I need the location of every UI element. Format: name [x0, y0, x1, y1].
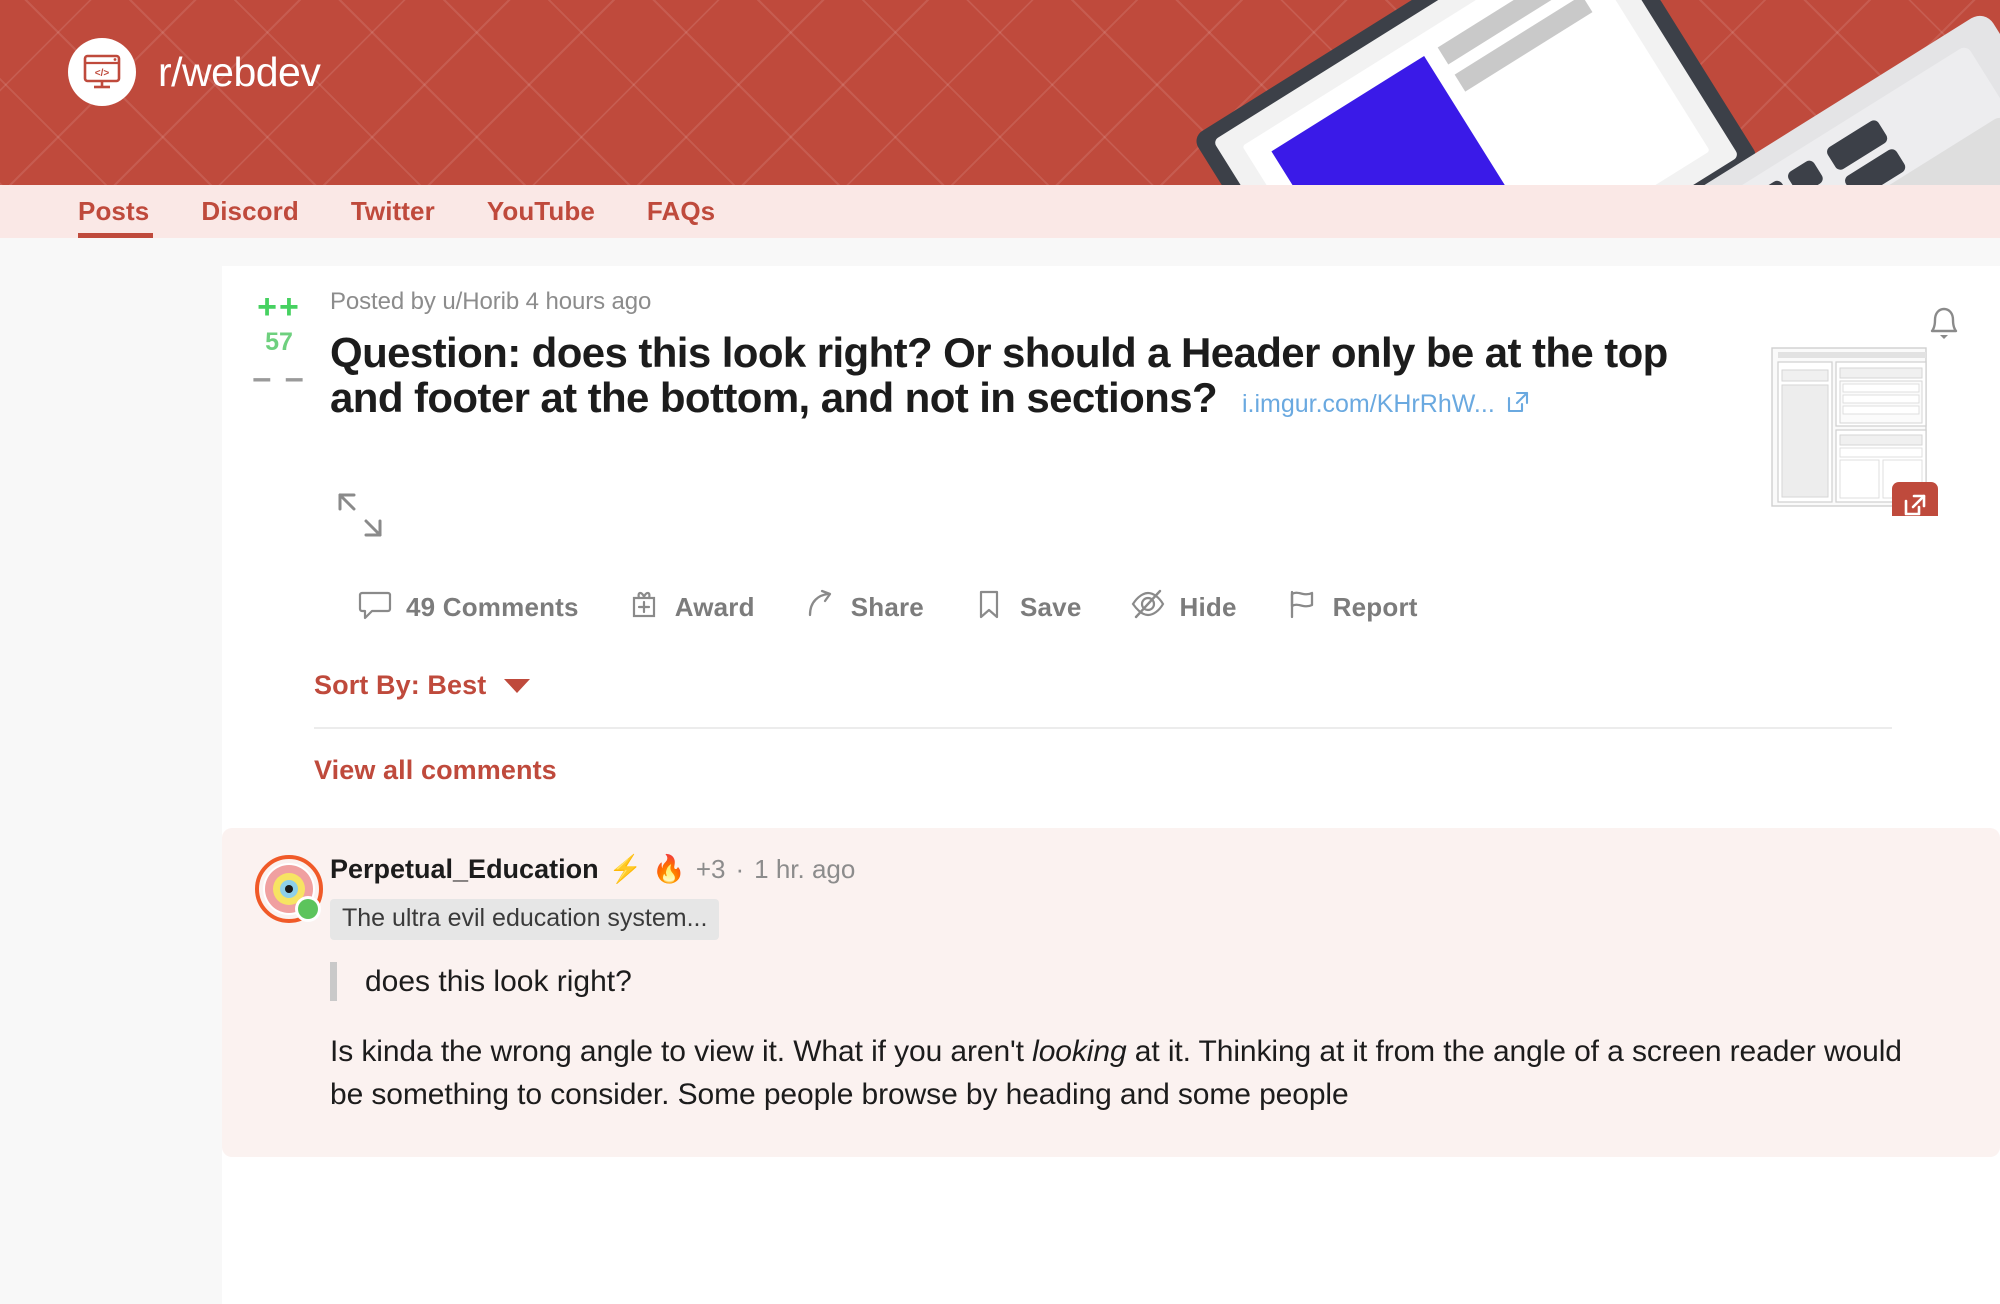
- gift-award-icon: [627, 587, 661, 628]
- subreddit-name: r/webdev: [158, 48, 321, 95]
- share-arrow-icon: [803, 587, 837, 628]
- subreddit-nav: Posts Discord Twitter YouTube FAQs: [0, 185, 2000, 238]
- expand-arrows-icon[interactable]: [330, 485, 390, 545]
- nav-tab-faqs[interactable]: FAQs: [621, 185, 741, 238]
- post-thumbnail[interactable]: [1760, 338, 1938, 516]
- sort-by-label: Sort By: Best: [314, 670, 487, 701]
- sort-by-dropdown[interactable]: Sort By: Best: [314, 670, 2000, 701]
- comment-timestamp: 1 hr. ago: [754, 854, 856, 885]
- post-meta: Posted by u/Horib 4 hours ago: [330, 288, 652, 315]
- comment-header: Perpetual_Education ⚡ 🔥 +3 · 1 hr. ago: [330, 854, 1940, 885]
- award-badge-lightning-icon[interactable]: ⚡: [609, 856, 643, 883]
- nav-tab-label: Posts: [78, 196, 150, 226]
- downvote-button[interactable]: – –: [252, 361, 305, 395]
- subreddit-banner: </> r/webdev: [0, 0, 2000, 185]
- svg-text:</>: </>: [95, 68, 110, 79]
- code-window-icon: </>: [83, 54, 121, 89]
- comment-text-emphasis: looking: [1032, 1035, 1127, 1069]
- eye-slash-icon: [1130, 587, 1166, 628]
- post-card: ++ 57 – – Posted by u/Horib 4 hours ago …: [222, 266, 2000, 786]
- post-title-wrapper: Question: does this look right? Or shoul…: [330, 330, 1668, 421]
- award-label: Award: [674, 592, 755, 623]
- nav-tab-label: YouTube: [486, 196, 595, 226]
- content-panel: ++ 57 – – Posted by u/Horib 4 hours ago …: [222, 266, 2000, 1304]
- badge-count: +3: [695, 854, 726, 885]
- section-divider: [314, 727, 1892, 730]
- award-button[interactable]: Award: [605, 579, 781, 636]
- open-external-icon: [1904, 494, 1926, 516]
- subreddit-avatar[interactable]: </>: [68, 38, 136, 106]
- comment-text: Is kinda the wrong angle to view it. Wha…: [330, 1031, 1940, 1116]
- report-button[interactable]: Report: [1263, 579, 1444, 636]
- meta-separator: ·: [735, 854, 745, 885]
- comment-blockquote: does this look right?: [330, 962, 1940, 1002]
- vote-score: 57: [265, 328, 293, 356]
- nav-tab-posts[interactable]: Posts: [78, 185, 175, 238]
- concentric-rings-avatar: [255, 855, 323, 924]
- post-source-link[interactable]: i.imgur.com/KHrRhW...: [1242, 390, 1495, 419]
- thumbnail-open-external-button[interactable]: [1892, 482, 1938, 516]
- share-label: Share: [850, 592, 924, 623]
- comment-text-part-1: Is kinda the wrong angle to view it. Wha…: [330, 1035, 1033, 1069]
- report-label: Report: [1332, 592, 1418, 623]
- post-action-bar: 49 Comments Award Share Save Hide Report: [330, 579, 2000, 636]
- post-main: Posted by u/Horib 4 hours ago Question: …: [330, 266, 2000, 423]
- nav-tab-discord[interactable]: Discord: [175, 185, 325, 238]
- external-link-icon[interactable]: [1505, 386, 1531, 423]
- post-link-wrapper: i.imgur.com/KHrRhW...: [1242, 386, 1531, 423]
- nav-tab-twitter[interactable]: Twitter: [325, 185, 461, 238]
- award-badge-flame-icon[interactable]: 🔥: [652, 856, 686, 883]
- comment-bubble-icon: [358, 587, 392, 628]
- nav-tab-label: Twitter: [350, 196, 435, 226]
- comment-author[interactable]: Perpetual_Education: [330, 854, 599, 885]
- comment-card: Perpetual_Education ⚡ 🔥 +3 · 1 hr. ago T…: [222, 828, 2000, 1157]
- nav-tab-label: FAQs: [646, 196, 716, 226]
- nav-tab-label: Discord: [201, 196, 299, 226]
- view-all-comments-link[interactable]: View all comments: [314, 755, 2000, 786]
- avatar[interactable]: [252, 854, 326, 928]
- chevron-down-icon: [504, 678, 531, 693]
- comment-body: Perpetual_Education ⚡ 🔥 +3 · 1 hr. ago T…: [330, 854, 2000, 1116]
- vote-column: ++ 57 – –: [236, 290, 322, 395]
- share-button[interactable]: Share: [781, 579, 950, 636]
- hide-label: Hide: [1179, 592, 1237, 623]
- bookmark-icon: [972, 587, 1006, 628]
- save-button[interactable]: Save: [950, 579, 1108, 636]
- upvote-button[interactable]: ++: [257, 290, 301, 324]
- comments-label: 49 Comments: [406, 592, 579, 623]
- user-flair: The ultra evil education system...: [330, 899, 720, 941]
- online-status-dot: [298, 899, 318, 920]
- page-body: ++ 57 – – Posted by u/Horib 4 hours ago …: [0, 238, 2000, 1304]
- flag-icon: [1285, 587, 1319, 628]
- save-label: Save: [1019, 592, 1082, 623]
- nav-tab-youtube[interactable]: YouTube: [461, 185, 621, 238]
- comments-button[interactable]: 49 Comments: [330, 579, 605, 636]
- subreddit-identity: </> r/webdev: [68, 38, 321, 106]
- hide-button[interactable]: Hide: [1108, 579, 1263, 636]
